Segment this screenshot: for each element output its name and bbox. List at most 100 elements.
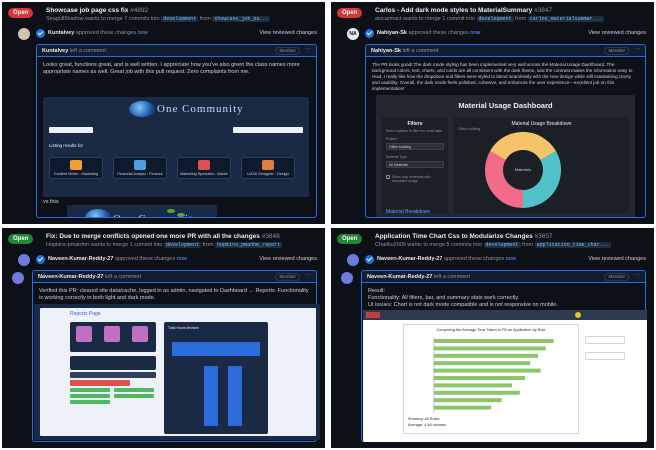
- project-label: Project: [386, 137, 397, 141]
- avatar[interactable]: [18, 254, 30, 266]
- view-reviewed-changes-link[interactable]: View reviewed changes: [588, 30, 646, 36]
- head-branch[interactable]: hopkins_pmanhm_report: [215, 242, 283, 248]
- job-card[interactable]: Financial Analyst - Finance: [113, 157, 167, 179]
- more-options-icon[interactable]: ···: [634, 46, 640, 52]
- time-bar: [434, 361, 531, 366]
- pr-number: #3657: [534, 233, 553, 240]
- avatar[interactable]: [341, 272, 353, 284]
- logo-text: One Community: [157, 103, 244, 115]
- more-options-icon[interactable]: ···: [305, 46, 311, 52]
- design-icon: [262, 160, 274, 170]
- marketing-icon: [198, 160, 210, 170]
- comment-author: Nahiyan-Sk left a comment: [371, 48, 439, 54]
- time-bar: [434, 339, 554, 343]
- role-select[interactable]: [585, 336, 625, 344]
- pr-state-badge: Open: [8, 8, 34, 18]
- status-button[interactable]: [70, 394, 110, 398]
- comment-header: Nahiyan-Sk left a comment Member ···: [366, 45, 645, 57]
- time-bar: [434, 405, 492, 410]
- pr-title[interactable]: Application Time Chart Css to Modularize…: [375, 233, 553, 240]
- head-branch[interactable]: carlos_materialsummar...: [527, 16, 604, 22]
- after-screenshot: One Community: [67, 205, 217, 217]
- hours-bar: [204, 366, 218, 426]
- writer-icon: [70, 160, 82, 170]
- time-bar: [434, 368, 541, 373]
- chart-legend: Office building: [458, 127, 481, 131]
- chart-panel: Material Usage Breakdown Office building…: [454, 117, 629, 213]
- base-branch[interactable]: development: [483, 242, 521, 248]
- summary-banner: [172, 342, 260, 356]
- date-select[interactable]: [585, 352, 625, 360]
- view-reviewed-changes-link[interactable]: View reviewed changes: [259, 30, 317, 36]
- job-card[interactable]: Content Writer - Marketing: [49, 157, 103, 179]
- job-card[interactable]: UX/UI Designer - Design: [241, 157, 295, 179]
- notification-icon[interactable]: [575, 312, 581, 318]
- comment-line: Result:: [368, 288, 386, 294]
- hours-chart-panel: Total Hours Worked: [164, 322, 268, 434]
- approval-text: Naveen-Kumar-Reddy-27 approved these cha…: [377, 256, 516, 262]
- hours-chart-title: Total Hours Worked: [168, 326, 199, 330]
- pr-panel-4: Open Application Time Chart Css to Modul…: [331, 228, 654, 448]
- approval-text: Nahiyan-Sk approved these changes now: [377, 30, 481, 36]
- summary-average: Average: 4.48 minutes: [408, 423, 446, 427]
- base-branch[interactable]: development: [164, 242, 202, 248]
- review-comment: Kuntalvey left a comment Member ··· Look…: [36, 44, 317, 218]
- pr-header: Open Showcase job page css fix #4892 Sea…: [8, 6, 321, 26]
- avatar[interactable]: [12, 272, 24, 284]
- status-button[interactable]: [114, 388, 154, 392]
- comment-line: Functionality: All filters, bar, and sum…: [368, 295, 520, 301]
- comment-author: Naveen-Kumar-Reddy-27 left a comment: [38, 274, 142, 280]
- comment-body: Looks great, functions great, and is wel…: [43, 62, 300, 75]
- date-input[interactable]: [70, 372, 156, 378]
- head-branch[interactable]: showcase_job_pa...: [212, 16, 271, 22]
- avatar[interactable]: NA: [347, 28, 359, 40]
- avatar[interactable]: [347, 254, 359, 266]
- approval-row: Naveen-Kumar-Reddy-27 approved these cha…: [337, 254, 650, 266]
- dashboard-screenshot: Material Usage Dashboard Filters Select …: [376, 95, 635, 217]
- role-badge: Member: [604, 47, 629, 55]
- project-select[interactable]: Office building: [386, 143, 444, 150]
- head-branch[interactable]: application_time_char...: [534, 242, 611, 248]
- base-branch[interactable]: development: [161, 16, 199, 22]
- leaf-decoration: [167, 209, 175, 213]
- hours-bar: [228, 366, 242, 426]
- comment-header: Kuntalvey left a comment Member ···: [37, 45, 316, 57]
- before-screenshot: One Community Listing results for Conten…: [43, 97, 309, 197]
- screenshot-grid: Open Showcase job page css fix #4892 Sea…: [0, 0, 656, 450]
- approved-check-icon: [365, 255, 374, 264]
- search-input[interactable]: [49, 127, 93, 133]
- pr-title[interactable]: Carlos - Add dark mode styles to Materia…: [375, 7, 552, 14]
- avatar[interactable]: [18, 28, 30, 40]
- chart-screenshot: Comparing the Average Time Taken to Fill…: [363, 310, 647, 442]
- approval-row: Naveen-Kumar-Reddy-27 approved these cha…: [8, 254, 321, 266]
- base-branch[interactable]: development: [476, 16, 514, 22]
- filter-bar[interactable]: [70, 356, 156, 370]
- review-comment: Nahiyan-Sk left a comment Member ··· The…: [365, 44, 646, 218]
- danger-button[interactable]: [70, 380, 130, 386]
- pr-title[interactable]: Fix: Due to merge conflicts opened one m…: [46, 233, 280, 240]
- comment-line: UI issues: Chart is not dark mode compat…: [368, 302, 558, 308]
- dashboard-title: Material Usage Dashboard: [458, 101, 553, 110]
- status-button[interactable]: [70, 400, 110, 404]
- filters-panel: Filters Select options to filter the cha…: [382, 117, 448, 213]
- pr-panel-1: Open Showcase job page css fix #4892 Sea…: [2, 2, 325, 224]
- job-card[interactable]: Marketing Specialist - Marketing: [177, 157, 231, 179]
- approved-check-icon: [36, 255, 45, 264]
- material-select[interactable]: All Materials: [386, 161, 444, 168]
- view-reviewed-changes-link[interactable]: View reviewed changes: [259, 256, 317, 262]
- pr-title[interactable]: Showcase job page css fix #4892: [46, 7, 148, 14]
- more-options-icon[interactable]: ···: [634, 272, 640, 278]
- more-options-icon[interactable]: ···: [305, 272, 311, 278]
- material-breakdown-link[interactable]: Material Breakdown: [386, 209, 430, 215]
- increased-usage-checkbox[interactable]: [386, 175, 390, 179]
- category-select[interactable]: [233, 127, 303, 133]
- pr-panel-3: Open Fix: Due to merge conflicts opened …: [2, 228, 325, 448]
- status-button[interactable]: [114, 394, 154, 398]
- user-icon: [132, 326, 148, 342]
- view-reviewed-changes-link[interactable]: View reviewed changes: [588, 256, 646, 262]
- status-button[interactable]: [70, 388, 110, 392]
- time-bar: [434, 390, 520, 395]
- team-card[interactable]: [70, 322, 156, 352]
- pr-header: Open Application Time Chart Css to Modul…: [337, 232, 650, 252]
- chart-title: Material Usage Breakdown: [511, 121, 572, 127]
